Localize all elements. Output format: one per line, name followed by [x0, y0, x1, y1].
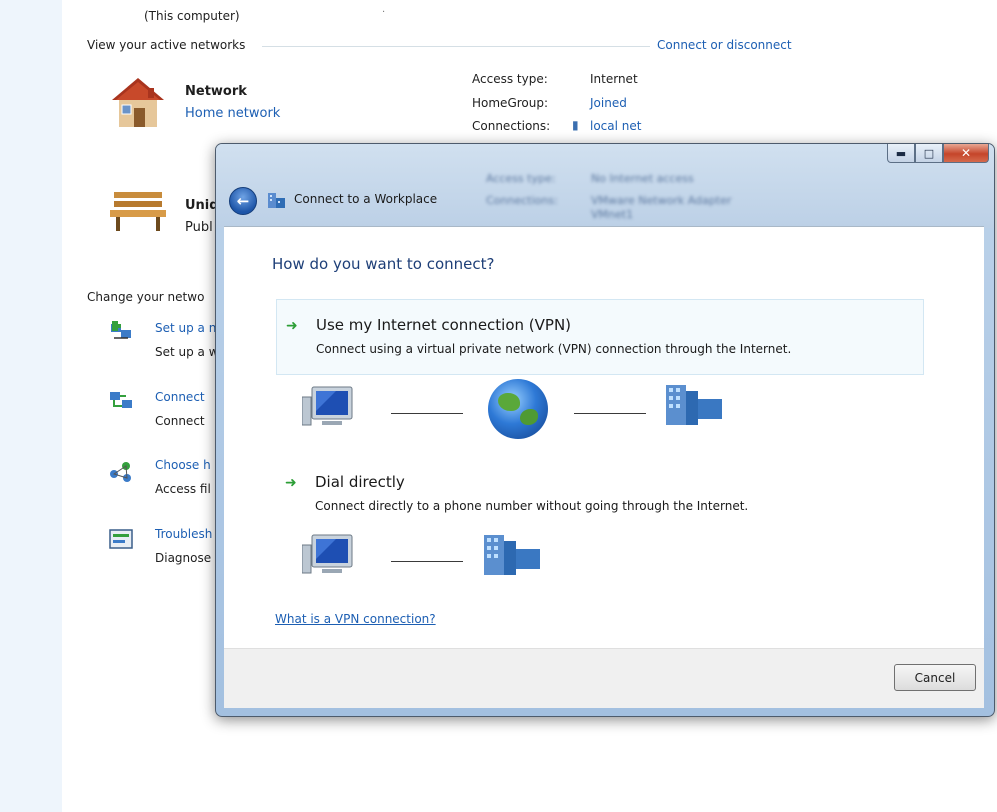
internet-globe-icon — [488, 379, 548, 439]
vpn-option[interactable]: ➜ Use my Internet connection (VPN) Conne… — [276, 299, 924, 375]
choose-homegroup-link[interactable]: Choose h — [155, 458, 211, 472]
dialog-footer: Cancel — [224, 648, 984, 708]
troubleshoot-desc: Diagnose — [155, 551, 212, 565]
this-computer-label: (This computer) — [144, 9, 240, 23]
cancel-button[interactable]: Cancel — [894, 664, 976, 691]
close-button[interactable]: ✕ — [943, 144, 989, 163]
minimize-icon: ▬ — [895, 146, 907, 160]
what-is-vpn-link[interactable]: What is a VPN connection? — [275, 612, 436, 626]
set-up-network-desc: Set up a w — [155, 345, 219, 359]
connect-to-network-link[interactable]: Connect — [155, 390, 205, 404]
home-network-icon — [108, 74, 168, 130]
navigation-pane-strip — [0, 0, 62, 812]
green-arrow-icon: ➜ — [286, 318, 298, 334]
ethernet-icon: ▮ — [572, 118, 579, 132]
unidentified-network-name: Unid — [185, 198, 219, 213]
computer-icon — [301, 533, 356, 579]
connector-line — [574, 413, 646, 414]
homegroup-icon — [108, 458, 134, 484]
blurred-connections-value-2: VMnet1 — [591, 208, 634, 221]
maximize-icon: □ — [923, 146, 935, 160]
computer-icon — [301, 385, 356, 431]
connector-line — [391, 413, 463, 414]
dial-directly-option[interactable]: ➜ Dial directly Connect directly to a ph… — [276, 467, 922, 525]
connections-label: Connections: — [472, 119, 551, 133]
choose-homegroup-desc: Access fil — [155, 482, 211, 496]
connect-or-disconnect-link[interactable]: Connect or disconnect — [657, 38, 792, 52]
maximize-button[interactable]: □ — [915, 144, 943, 163]
connect-to-network-desc: Connect — [155, 414, 205, 428]
home-network-link[interactable]: Home network — [185, 106, 280, 121]
vpn-option-title: Use my Internet connection (VPN) — [316, 316, 572, 334]
local-net-link[interactable]: local net — [590, 119, 641, 133]
access-type-value: Internet — [590, 72, 638, 86]
active-networks-title: View your active networks — [87, 38, 246, 52]
minimize-button[interactable]: ▬ — [887, 144, 915, 163]
back-button[interactable]: ← — [229, 187, 257, 215]
network-name: Network — [185, 84, 247, 99]
connector-line — [391, 561, 463, 562]
section-divider — [262, 46, 650, 47]
connect-network-icon — [108, 388, 134, 414]
access-type-label: Access type: — [472, 72, 548, 86]
connection-method-heading: How do you want to connect? — [272, 255, 495, 273]
homegroup-joined-link[interactable]: Joined — [590, 96, 627, 110]
workplace-icon — [267, 190, 287, 210]
setup-connection-icon — [108, 318, 134, 344]
dialog-title: Connect to a Workplace — [294, 192, 438, 206]
blurred-connections-label: Connections: — [486, 194, 558, 207]
blurred-connections-value: VMware Network Adapter — [591, 194, 732, 207]
dialog-title-bar: Access type: No Internet access Connecti… — [216, 144, 994, 228]
window-controls: ▬ □ ✕ — [887, 144, 989, 164]
workplace-building-icon — [484, 535, 544, 575]
back-arrow-icon: ← — [236, 192, 250, 210]
vpn-option-description: Connect using a virtual private network … — [316, 342, 792, 356]
public-network-label: Publ — [185, 220, 213, 235]
close-icon: ✕ — [960, 146, 972, 160]
change-settings-title: Change your netwo — [87, 290, 205, 304]
separator-dot: . — [382, 4, 386, 15]
dialog-content: How do you want to connect? ➜ Use my Int… — [224, 226, 984, 649]
connect-to-workplace-dialog: Access type: No Internet access Connecti… — [215, 143, 995, 717]
park-bench-icon — [108, 188, 168, 232]
workplace-building-icon — [666, 385, 726, 425]
blurred-access-type-value: No Internet access — [591, 172, 694, 185]
blurred-access-type-label: Access type: — [486, 172, 556, 185]
troubleshoot-icon — [108, 526, 134, 552]
green-arrow-icon: ➜ — [285, 475, 297, 491]
dial-option-title: Dial directly — [315, 473, 405, 491]
set-up-network-link[interactable]: Set up a n — [155, 321, 216, 335]
troubleshoot-link[interactable]: Troublesh — [155, 527, 212, 541]
dial-option-description: Connect directly to a phone number witho… — [315, 499, 749, 513]
homegroup-label: HomeGroup: — [472, 96, 549, 110]
